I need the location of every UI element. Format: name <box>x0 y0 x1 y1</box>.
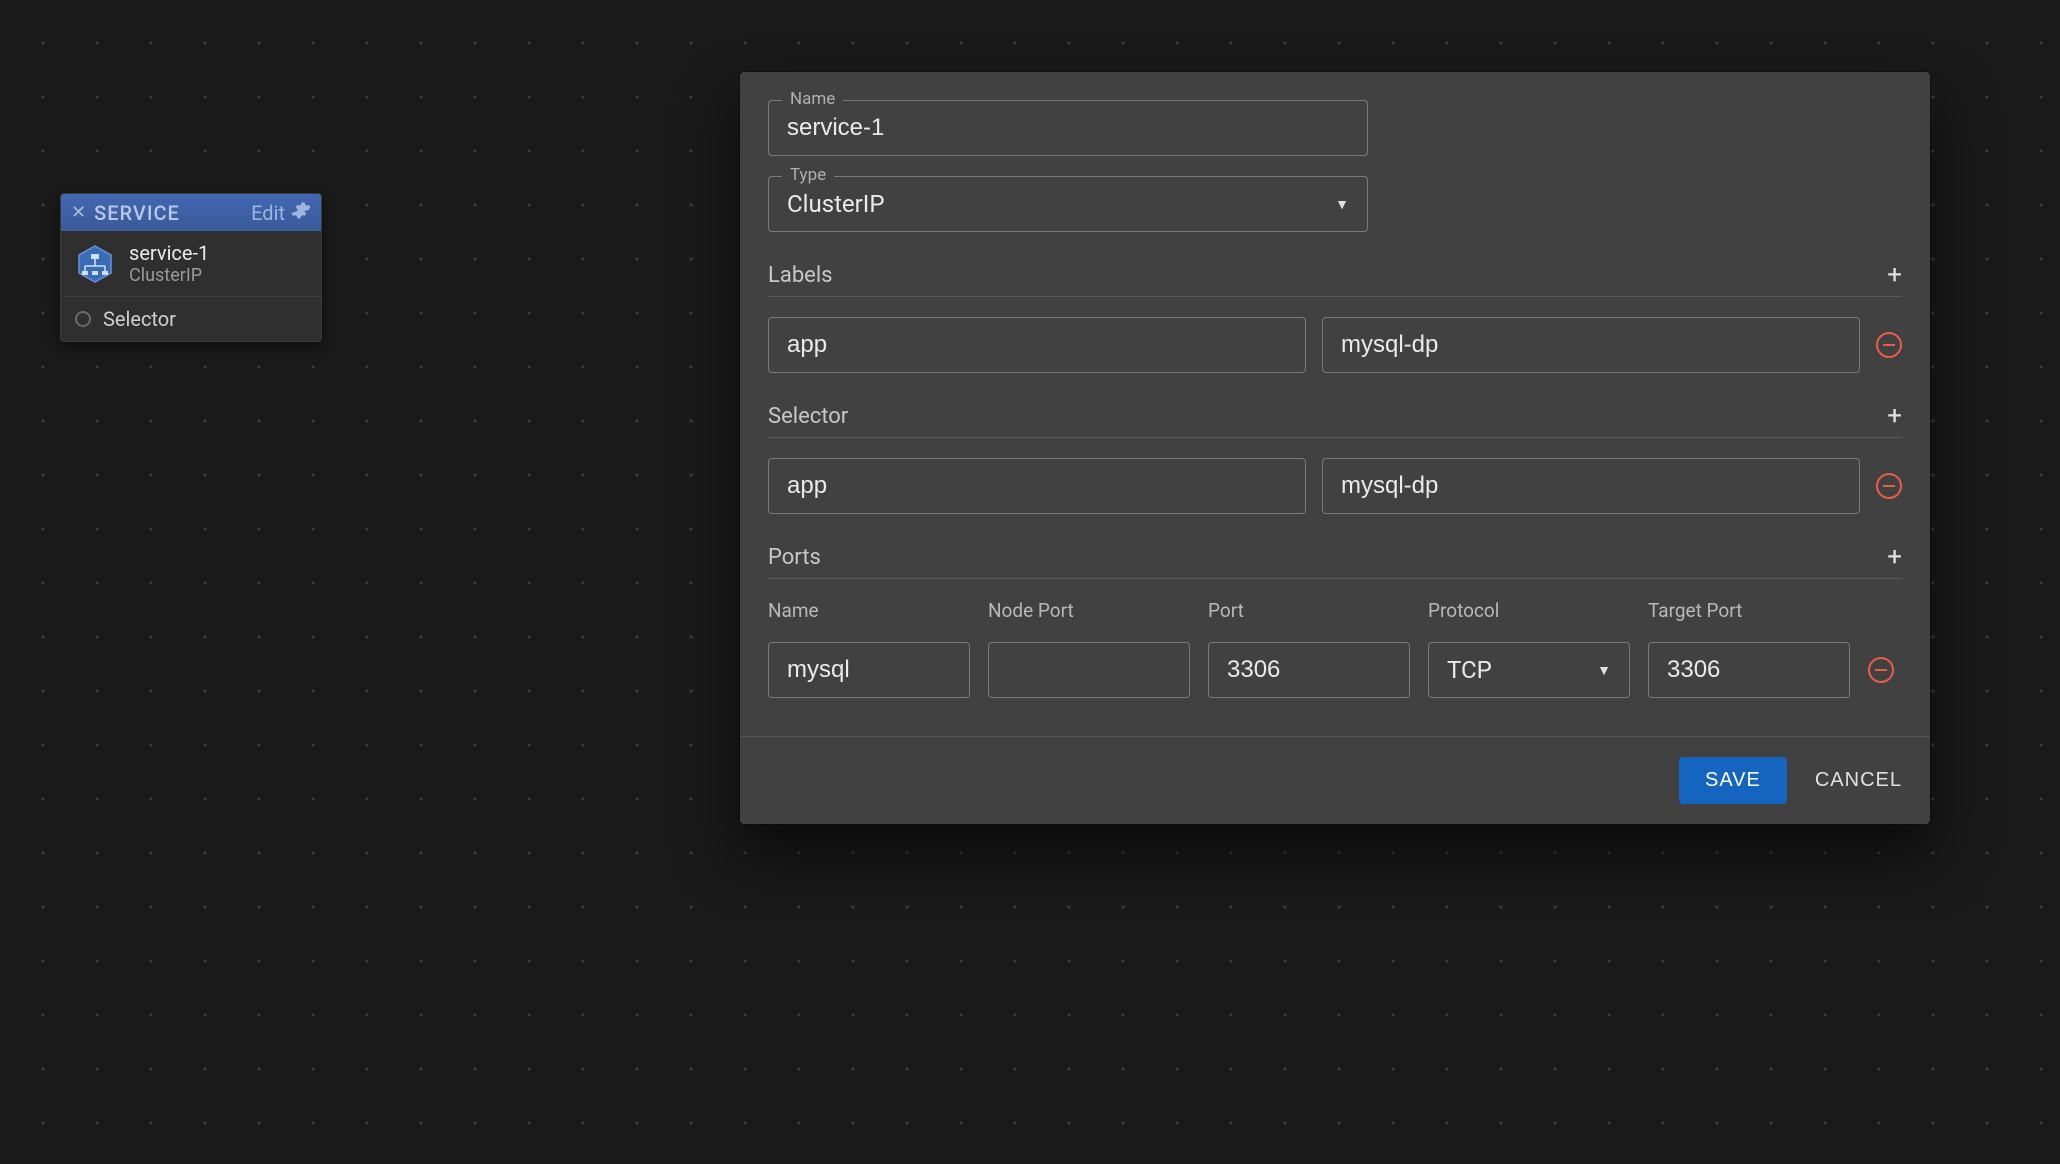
service-node-title: SERVICE <box>94 201 251 225</box>
label-value-input[interactable] <box>1322 317 1860 373</box>
remove-port-button[interactable] <box>1868 657 1894 683</box>
port-col-targetport: Target Port <box>1648 599 1850 622</box>
chevron-down-icon: ▼ <box>1597 662 1611 679</box>
service-node-header: ✕ SERVICE Edit <box>61 194 321 231</box>
name-field: Name <box>768 100 1368 156</box>
port-col-nodeport: Node Port <box>988 599 1190 622</box>
minus-icon <box>1875 669 1887 671</box>
chevron-down-icon: ▼ <box>1335 196 1349 213</box>
modal-footer: SAVE CANCEL <box>740 736 1930 824</box>
selector-row <box>768 458 1902 514</box>
service-node-card[interactable]: ✕ SERVICE Edit service-1 Clus <box>60 193 322 342</box>
selector-value-input[interactable] <box>1322 458 1860 514</box>
port-protocol-value: TCP <box>1447 656 1492 684</box>
minus-icon <box>1883 485 1895 487</box>
service-node-selector-row[interactable]: Selector <box>61 297 321 341</box>
port-col-port: Port <box>1208 599 1410 622</box>
type-select-value: ClusterIP <box>787 190 884 218</box>
port-row: TCP ▼ <box>768 642 1902 698</box>
add-label-button[interactable]: + <box>1887 262 1902 288</box>
selector-title: Selector <box>768 404 848 429</box>
type-field-label: Type <box>782 165 834 185</box>
service-node-name: service-1 <box>129 241 209 265</box>
port-col-protocol: Protocol <box>1428 599 1630 622</box>
ports-section-header: Ports + <box>768 544 1902 579</box>
service-node-body: service-1 ClusterIP <box>61 231 321 297</box>
ports-title: Ports <box>768 545 821 570</box>
labels-section-header: Labels + <box>768 262 1902 297</box>
label-key-input[interactable] <box>768 317 1306 373</box>
add-selector-button[interactable]: + <box>1887 403 1902 429</box>
selector-key-input[interactable] <box>768 458 1306 514</box>
selector-section-header: Selector + <box>768 403 1902 438</box>
port-targetport-input[interactable] <box>1648 642 1850 698</box>
remove-selector-button[interactable] <box>1876 473 1902 499</box>
service-hex-icon <box>75 244 115 284</box>
labels-title: Labels <box>768 263 833 288</box>
add-port-button[interactable]: + <box>1887 544 1902 570</box>
port-port-input[interactable] <box>1208 642 1410 698</box>
name-field-label: Name <box>782 89 843 109</box>
port-name-input[interactable] <box>768 642 970 698</box>
edit-button[interactable]: Edit <box>251 200 311 225</box>
label-row <box>768 317 1902 373</box>
port-nodeport-input[interactable] <box>988 642 1190 698</box>
port-col-name: Name <box>768 599 970 622</box>
cancel-button[interactable]: CANCEL <box>1815 769 1902 792</box>
selector-port-dot-icon <box>75 311 91 327</box>
service-edit-modal: Name Type ClusterIP ▼ Labels + Selector … <box>740 72 1930 824</box>
selector-label: Selector <box>103 307 176 331</box>
close-icon[interactable]: ✕ <box>71 202 86 223</box>
type-field: Type ClusterIP ▼ <box>768 176 1368 232</box>
service-node-subtype: ClusterIP <box>129 265 209 286</box>
edit-label: Edit <box>251 201 285 225</box>
port-protocol-select[interactable]: TCP ▼ <box>1428 642 1630 698</box>
gear-icon <box>291 200 311 225</box>
minus-icon <box>1883 344 1895 346</box>
type-select[interactable]: ClusterIP ▼ <box>768 176 1368 232</box>
name-input[interactable] <box>768 100 1368 156</box>
save-button[interactable]: SAVE <box>1679 757 1787 804</box>
remove-label-button[interactable] <box>1876 332 1902 358</box>
port-columns-header: Name Node Port Port Protocol Target Port <box>768 599 1902 622</box>
